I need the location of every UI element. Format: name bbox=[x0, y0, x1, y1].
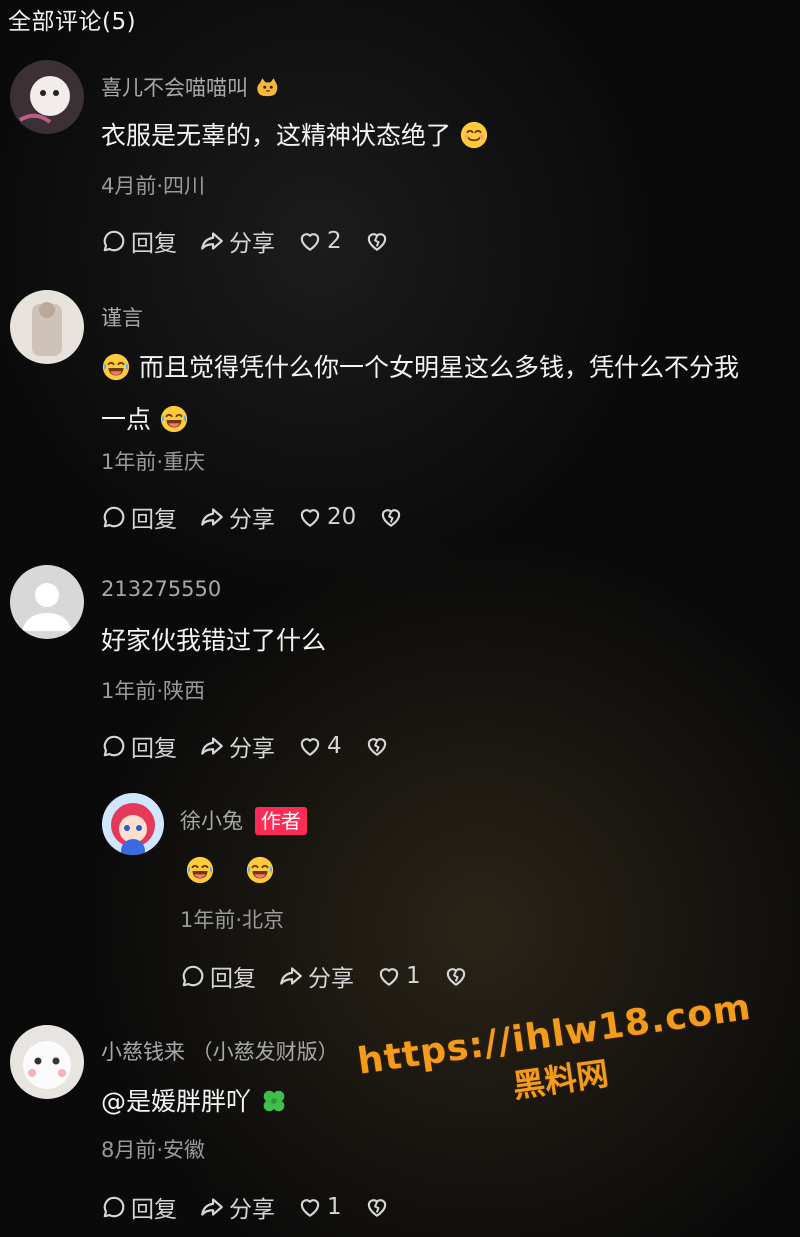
like-button[interactable]: 1 bbox=[297, 1194, 342, 1220]
username[interactable]: 小慈钱来 （小慈发财版） bbox=[101, 1036, 339, 1066]
laugh-cry-emoji-icon bbox=[101, 348, 131, 378]
broken-heart-icon bbox=[443, 963, 469, 989]
share-button[interactable]: 分享 bbox=[199, 1190, 275, 1224]
author-badge: 作者 bbox=[255, 807, 307, 835]
dislike-button[interactable] bbox=[364, 733, 394, 759]
dislike-button[interactable] bbox=[364, 228, 394, 254]
reply-button[interactable]: 回复 bbox=[101, 224, 177, 258]
comment-actions: 回复 分享 2 bbox=[101, 224, 416, 258]
like-button[interactable]: 2 bbox=[297, 228, 342, 254]
share-arrow-icon bbox=[199, 733, 225, 759]
avatar[interactable] bbox=[10, 565, 84, 639]
share-arrow-icon bbox=[199, 1194, 225, 1220]
avatar[interactable] bbox=[10, 60, 84, 134]
comment-bubble-icon bbox=[101, 733, 127, 759]
share-button[interactable]: 分享 bbox=[278, 959, 354, 993]
username[interactable]: 213275550 bbox=[101, 577, 221, 601]
comment-bubble-icon bbox=[180, 963, 206, 989]
laugh-cry-emoji-icon bbox=[245, 851, 275, 881]
comment-bubble-icon bbox=[101, 504, 127, 530]
share-button[interactable]: 分享 bbox=[199, 729, 275, 763]
comment-text bbox=[185, 845, 786, 897]
smile-emoji-icon bbox=[459, 116, 489, 146]
share-arrow-icon bbox=[199, 228, 225, 254]
dislike-button[interactable] bbox=[443, 963, 473, 989]
comment-meta: 1年前·重庆 bbox=[101, 450, 206, 474]
clover-icon bbox=[259, 1082, 289, 1112]
reply-button[interactable]: 回复 bbox=[101, 729, 177, 763]
reply-button[interactable]: 回复 bbox=[101, 1190, 177, 1224]
comment-text: 衣服是无辜的，这精神状态绝了 bbox=[101, 110, 786, 162]
comment-meta: 1年前·陕西 bbox=[101, 679, 206, 703]
dislike-button[interactable] bbox=[364, 1194, 394, 1220]
username[interactable]: 谨言 bbox=[101, 302, 143, 332]
comment-meta: 1年前·北京 bbox=[180, 908, 285, 932]
comment-meta: 4月前·四川 bbox=[101, 174, 206, 198]
comment-actions: 回复 分享 1 bbox=[101, 1190, 416, 1224]
reply-button[interactable]: 回复 bbox=[101, 500, 177, 534]
heart-icon bbox=[297, 1194, 323, 1220]
share-arrow-icon bbox=[278, 963, 304, 989]
avatar[interactable] bbox=[102, 793, 164, 855]
username[interactable]: 喜儿不会喵喵叫 bbox=[101, 72, 281, 102]
like-button[interactable]: 4 bbox=[297, 733, 342, 759]
username[interactable]: 徐小兔 作者 bbox=[180, 805, 307, 835]
heart-icon bbox=[297, 733, 323, 759]
dislike-button[interactable] bbox=[378, 504, 408, 530]
laugh-cry-emoji-icon bbox=[159, 400, 189, 430]
comment-meta: 8月前·安徽 bbox=[101, 1138, 206, 1162]
like-button[interactable]: 1 bbox=[376, 963, 421, 989]
avatar[interactable] bbox=[10, 1025, 84, 1099]
comment-actions: 回复 分享 4 bbox=[101, 729, 416, 763]
comment-bubble-icon bbox=[101, 1194, 127, 1220]
share-button[interactable]: 分享 bbox=[199, 224, 275, 258]
heart-icon bbox=[376, 963, 402, 989]
comments-header: 全部评论(5) bbox=[8, 9, 137, 35]
comment-bubble-icon bbox=[101, 228, 127, 254]
comment-text: 好家伙我错过了什么 bbox=[101, 626, 327, 655]
comment-text: 而且觉得凭什么你一个女明星这么多钱，凭什么不分我 一点 bbox=[101, 342, 786, 446]
broken-heart-icon bbox=[364, 733, 390, 759]
heart-icon bbox=[297, 228, 323, 254]
share-button[interactable]: 分享 bbox=[199, 500, 275, 534]
laugh-cry-emoji-icon bbox=[185, 851, 215, 881]
comment-actions: 回复 分享 20 bbox=[101, 500, 430, 534]
heart-icon bbox=[297, 504, 323, 530]
broken-heart-icon bbox=[378, 504, 404, 530]
avatar[interactable] bbox=[10, 290, 84, 364]
broken-heart-icon bbox=[364, 228, 390, 254]
broken-heart-icon bbox=[364, 1194, 390, 1220]
comment-actions: 回复 分享 1 bbox=[180, 959, 495, 993]
reply-button[interactable]: 回复 bbox=[180, 959, 256, 993]
like-button[interactable]: 20 bbox=[297, 504, 356, 530]
cat-emoji-icon bbox=[255, 75, 281, 101]
share-arrow-icon bbox=[199, 504, 225, 530]
